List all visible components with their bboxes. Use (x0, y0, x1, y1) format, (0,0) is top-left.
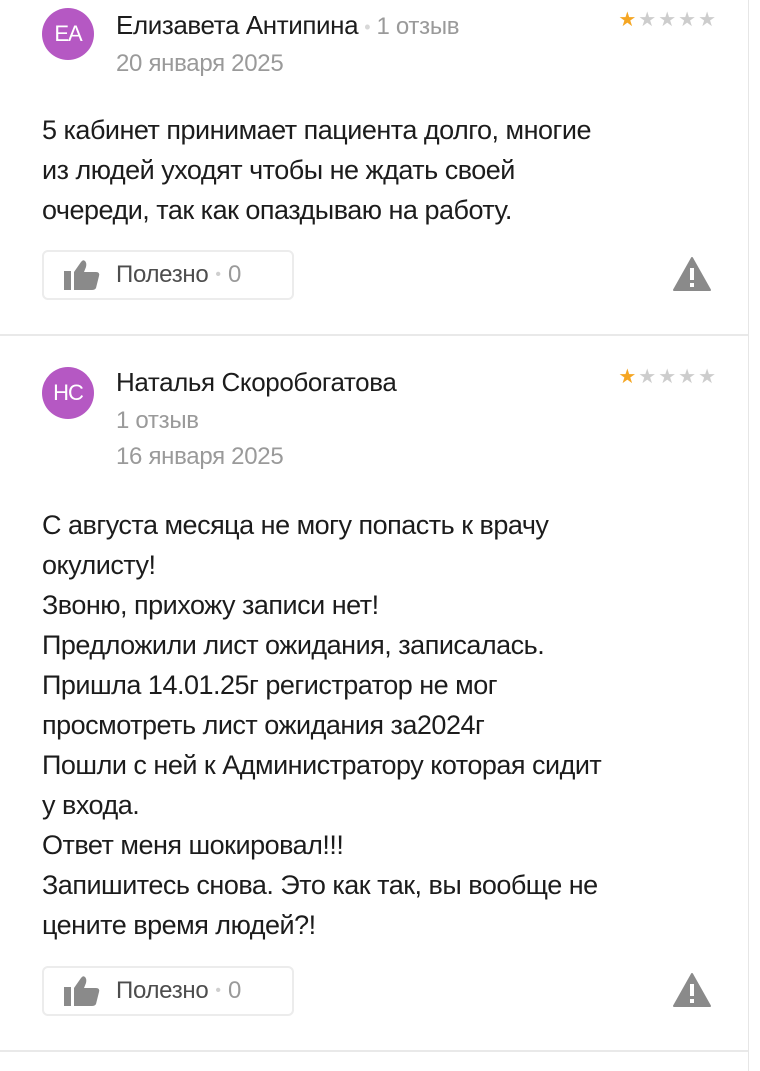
star-empty-icon: ★ (658, 366, 677, 388)
useful-label: Полезно (116, 977, 209, 1004)
review-text: 5 кабинет принимает пациента долго, мног… (42, 115, 592, 225)
star-filled-icon: ★ (618, 366, 637, 388)
rating-stars: ★ ★ ★ ★ ★ (618, 367, 716, 387)
author-review-count[interactable]: 1 отзыв (116, 407, 199, 435)
useful-count: 0 (228, 977, 242, 1004)
author-header: Елизавета Антипина • 1 отзыв (116, 10, 460, 41)
thumbs-up-icon (64, 976, 100, 1006)
review-divider (0, 1050, 748, 1052)
star-empty-icon: ★ (658, 9, 677, 31)
star-empty-icon: ★ (638, 9, 657, 31)
star-empty-icon: ★ (638, 366, 657, 388)
avatar[interactable]: ЕА (42, 8, 94, 60)
separator-dot: • (215, 266, 222, 283)
warning-triangle-icon[interactable] (672, 256, 712, 292)
useful-label: Полезно (116, 261, 209, 288)
author-review-count[interactable]: 1 отзыв (377, 13, 460, 40)
star-empty-icon: ★ (678, 366, 697, 388)
review-card: ЕА Елизавета Антипина • 1 отзыв 20 января … (0, 0, 748, 336)
review-card: НС Наталья Скоробогатова 1 отзыв 16 янва… (0, 337, 748, 1051)
star-empty-icon: ★ (678, 9, 697, 31)
star-filled-icon: ★ (618, 9, 637, 31)
thumbs-up-icon (64, 260, 100, 290)
author-name[interactable]: Елизавета Антипина (116, 10, 359, 40)
rating-stars: ★ ★ ★ ★ ★ (618, 10, 716, 30)
useful-count: 0 (228, 261, 242, 288)
review-divider (0, 334, 748, 336)
scrollbar-track[interactable] (748, 0, 760, 1071)
warning-triangle-icon[interactable] (672, 972, 712, 1008)
review-text: С августа месяца не могу попасть к врачу… (42, 510, 602, 940)
useful-button[interactable]: Полезно • 0 (42, 250, 294, 300)
review-date: 16 января 2025 (116, 443, 284, 470)
separator-dot: • (215, 982, 222, 999)
star-empty-icon: ★ (698, 366, 716, 388)
avatar[interactable]: НС (42, 367, 94, 419)
review-date: 20 января 2025 (116, 50, 284, 77)
separator-dot: • (364, 16, 371, 37)
useful-button[interactable]: Полезно • 0 (42, 966, 294, 1016)
author-name[interactable]: Наталья Скоробогатова (116, 367, 397, 398)
star-empty-icon: ★ (698, 9, 716, 31)
